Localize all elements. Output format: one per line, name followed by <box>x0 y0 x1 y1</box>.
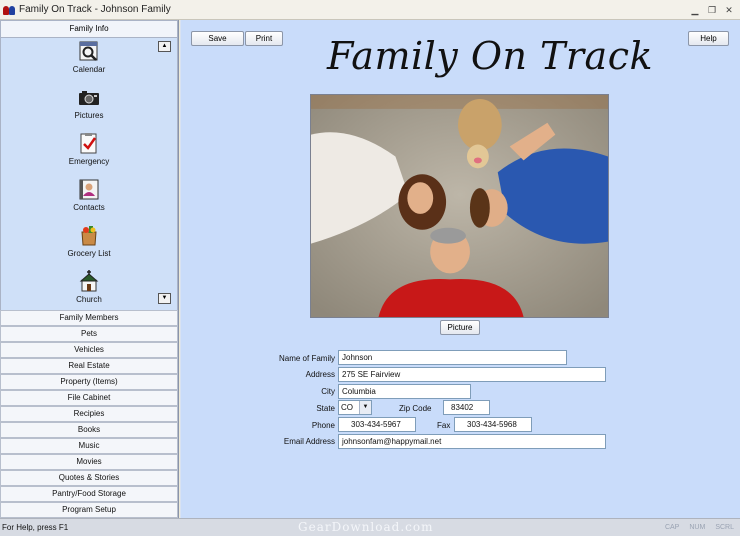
zip-code-field[interactable]: 83402 <box>443 400 490 415</box>
status-bar: For Help, press F1 GearDownload.com CAP … <box>0 518 740 536</box>
sidebar-header-family-info[interactable]: Family Info <box>0 20 178 38</box>
minimize-button[interactable]: ▁ <box>688 4 702 16</box>
restore-button[interactable]: ❐ <box>705 4 719 16</box>
phone-field[interactable]: 303-434-5967 <box>338 417 416 432</box>
email-address-label: Email Address <box>283 437 335 446</box>
scroll-down-arrow[interactable]: ▼ <box>158 293 171 304</box>
sidebar-item-label: Emergency <box>68 157 110 166</box>
phone-label: Phone <box>311 421 335 430</box>
section-file-cabinet[interactable]: File Cabinet <box>0 390 178 406</box>
section-quotes-stories[interactable]: Quotes & Stories <box>0 470 178 486</box>
state-value: CO <box>341 403 353 412</box>
emergency-icon <box>78 132 100 154</box>
zip-code-label: Zip Code <box>399 404 432 413</box>
section-pets[interactable]: Pets <box>0 326 178 342</box>
sidebar-item-label: Church <box>76 295 102 304</box>
sidebar-item-calendar[interactable]: Calendar <box>1 40 177 74</box>
sidebar-item-grocery-list[interactable]: Grocery List <box>1 224 177 258</box>
fax-field[interactable]: 303-434-5968 <box>454 417 532 432</box>
cap-indicator: CAP <box>664 524 680 531</box>
state-label: State <box>316 404 335 413</box>
name-of-family-field[interactable]: Johnson <box>338 350 567 365</box>
chevron-down-icon[interactable]: ▼ <box>359 401 371 414</box>
section-recipies[interactable]: Recipies <box>0 406 178 422</box>
sidebar-item-emergency[interactable]: Emergency <box>1 132 177 166</box>
city-label: City <box>321 387 335 396</box>
help-button[interactable]: Help <box>688 31 729 46</box>
watermark: GearDownload.com <box>298 520 434 534</box>
sidebar-item-church[interactable]: Church <box>1 270 177 304</box>
grocery-icon <box>78 224 100 246</box>
close-button[interactable]: ✕ <box>722 4 736 16</box>
state-select[interactable]: CO ▼ <box>338 400 372 415</box>
section-movies[interactable]: Movies <box>0 454 178 470</box>
section-program-setup[interactable]: Program Setup <box>0 502 178 518</box>
sidebar-item-contacts[interactable]: Contacts <box>1 178 177 212</box>
title-bar: Family On Track - Johnson Family ▁ ❐ ✕ <box>0 0 740 20</box>
family-info-panel: ▲ Calendar Pictures Emergency Contacts G… <box>0 38 178 310</box>
section-family-members[interactable]: Family Members <box>0 310 178 326</box>
camera-icon <box>78 86 100 108</box>
page-title: Family On Track <box>327 34 654 78</box>
address-field[interactable]: 275 SE Fairview <box>338 367 606 382</box>
section-pantry-food-storage[interactable]: Pantry/Food Storage <box>0 486 178 502</box>
name-of-family-label: Name of Family <box>278 354 335 363</box>
section-property-items[interactable]: Property (Items) <box>0 374 178 390</box>
sidebar-item-label: Pictures <box>74 111 104 120</box>
email-address-field[interactable]: johnsonfam@happymail.net <box>338 434 606 449</box>
section-music[interactable]: Music <box>0 438 178 454</box>
status-text: For Help, press F1 <box>2 523 69 532</box>
family-photo <box>310 94 609 318</box>
fax-label: Fax <box>437 421 451 430</box>
calendar-icon <box>78 40 100 62</box>
sidebar-item-label: Grocery List <box>67 249 111 258</box>
sidebar-item-label: Calendar <box>72 65 106 74</box>
section-books[interactable]: Books <box>0 422 178 438</box>
app-icon <box>2 3 16 17</box>
scrl-indicator: SCRL <box>715 524 734 531</box>
city-field[interactable]: Columbia <box>338 384 471 399</box>
sidebar-item-label: Contacts <box>73 203 105 212</box>
window-title: Family On Track - Johnson Family <box>19 4 171 15</box>
print-button[interactable]: Print <box>245 31 283 46</box>
contacts-icon <box>78 178 100 200</box>
num-indicator: NUM <box>689 524 706 531</box>
address-label: Address <box>305 370 335 379</box>
church-icon <box>78 270 100 292</box>
main-panel: Save Print Help Family On Track Picture … <box>180 20 740 518</box>
section-real-estate[interactable]: Real Estate <box>0 358 178 374</box>
section-vehicles[interactable]: Vehicles <box>0 342 178 358</box>
sidebar: Family Info ▲ Calendar Pictures Emergenc… <box>0 20 179 518</box>
sidebar-item-pictures[interactable]: Pictures <box>1 86 177 120</box>
save-button[interactable]: Save <box>191 31 244 46</box>
picture-button[interactable]: Picture <box>440 320 480 335</box>
